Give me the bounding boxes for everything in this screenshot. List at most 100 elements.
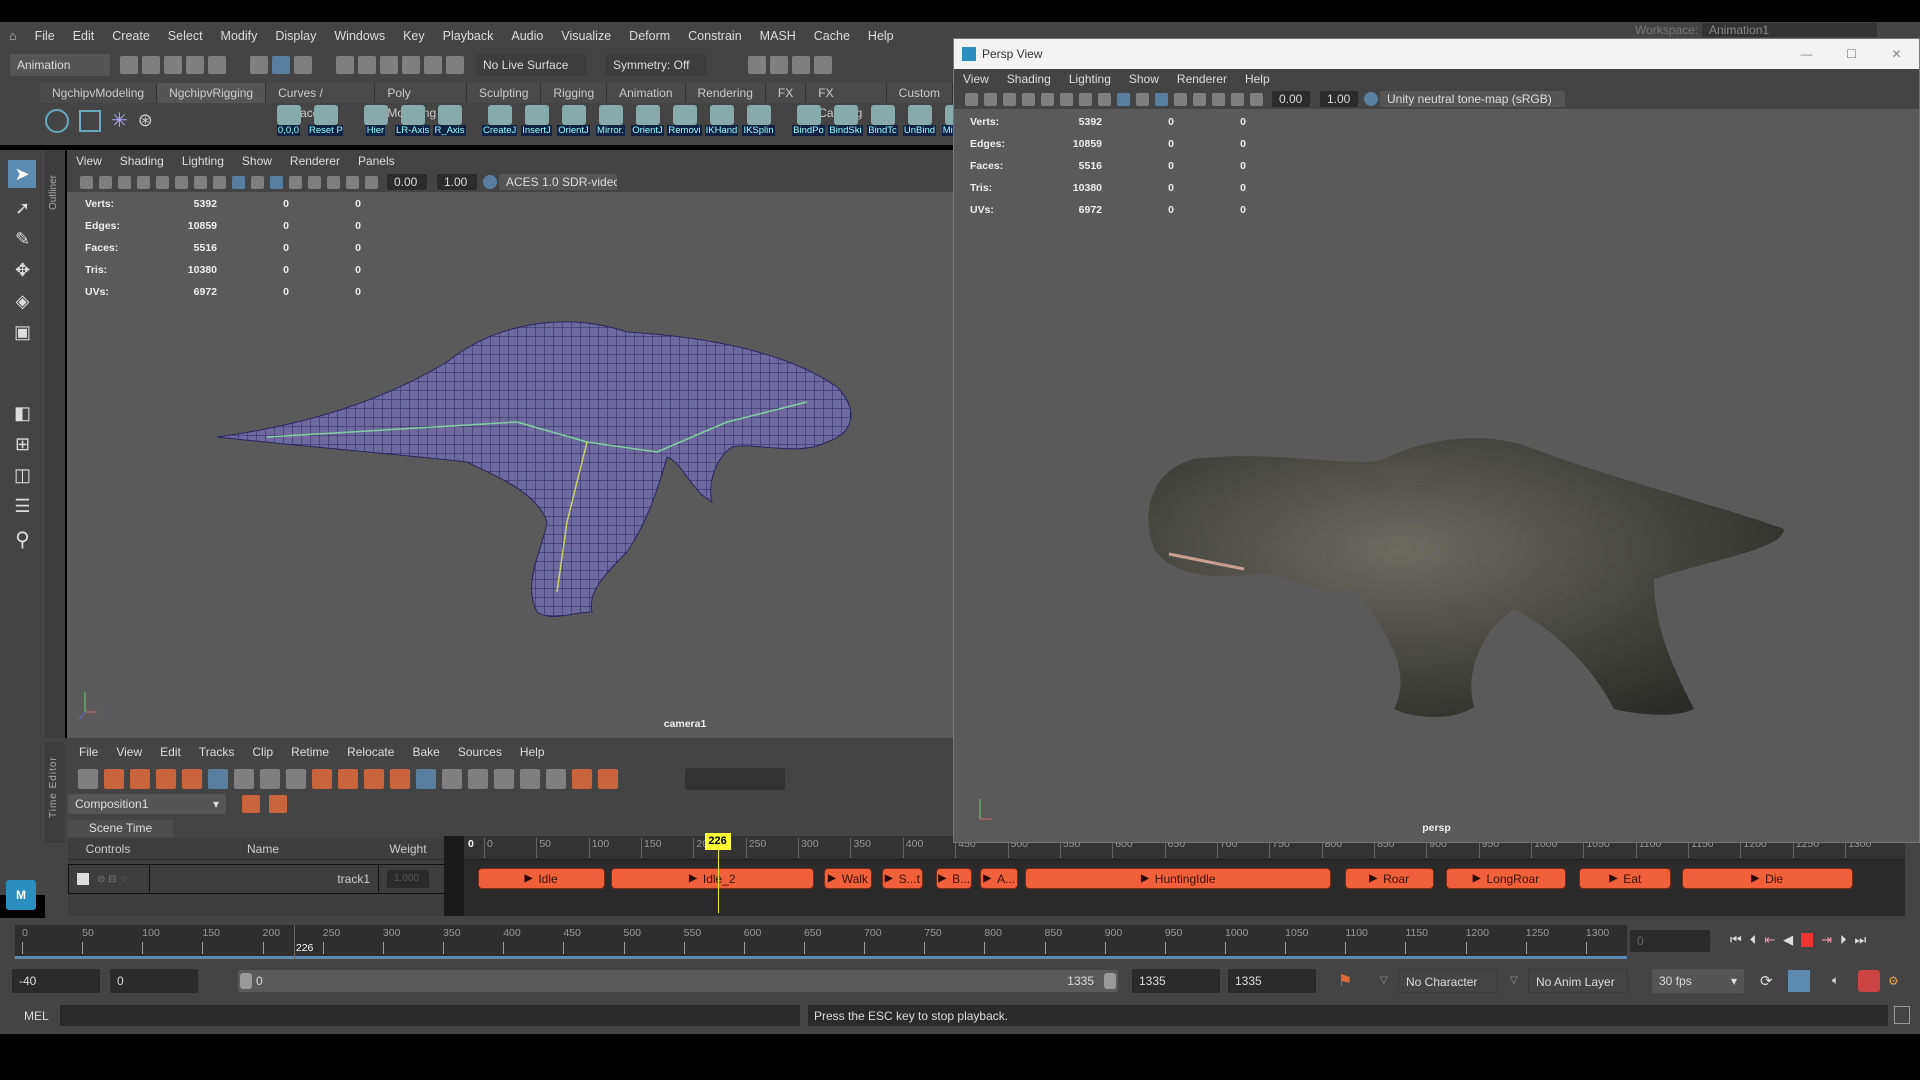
playback-start-field[interactable]: 0 [110, 968, 198, 993]
persp-menu-show[interactable]: Show [1120, 72, 1168, 86]
shelf-tab-fx[interactable]: FX [765, 83, 807, 103]
clip-s-t[interactable]: ▶ S...t [882, 868, 923, 889]
persp-exposure-field[interactable]: 0.00 [1272, 91, 1310, 107]
viewport-canvas[interactable] [67, 192, 953, 738]
clip-search-field[interactable] [685, 768, 785, 790]
square-icon[interactable] [79, 109, 101, 132]
persp-menu-renderer[interactable]: Renderer [1168, 72, 1236, 86]
menu-select[interactable]: Select [159, 29, 212, 43]
ghost-icon[interactable] [442, 769, 462, 789]
maximize-button[interactable]: ☐ [1829, 47, 1874, 61]
command-input[interactable] [60, 1005, 800, 1026]
shelf-tab-rigging[interactable]: Rigging [541, 83, 608, 103]
symmetry-dropdown[interactable]: Symmetry: Off [606, 54, 706, 76]
time-editor-menu-help[interactable]: Help [511, 745, 554, 759]
shelf-button-createj[interactable]: CreateJ [482, 105, 517, 136]
step-back-key-icon[interactable]: ⏴ [1750, 932, 1757, 948]
clip-a[interactable]: ▶ A... [980, 868, 1019, 889]
tab-scene-time[interactable]: Scene Time [68, 820, 173, 837]
add-clip-icon[interactable] [156, 769, 176, 789]
match-icon[interactable] [520, 769, 540, 789]
current-time-field[interactable]: 0 [1630, 930, 1710, 952]
persp-isolate-select-icon[interactable] [1231, 92, 1244, 106]
shelf-tab-custom[interactable]: Custom [886, 83, 953, 103]
stop-button[interactable] [1801, 933, 1814, 947]
persp-film-gate-icon[interactable] [1041, 92, 1054, 106]
clip-idle[interactable]: ▶ Idle [477, 868, 605, 889]
remove-icon[interactable] [390, 769, 410, 789]
shelf-button-orientj[interactable]: OrientJ [630, 105, 665, 136]
grid-icon[interactable] [137, 175, 150, 189]
track-weight-field[interactable]: 1.000 [387, 870, 429, 888]
persp-ambient-occlusion-icon[interactable] [1193, 92, 1206, 106]
move-tool-icon[interactable] [208, 769, 228, 789]
shelf-tab-ngchipvmodeling[interactable]: NgchipvModeling [40, 83, 158, 103]
anim-layer-arrow-icon[interactable]: ▽ [1510, 975, 1518, 986]
step-forward-frame-icon[interactable]: ⇥ [1821, 932, 1832, 948]
save-scene-icon[interactable] [164, 56, 182, 74]
menu-visualize[interactable]: Visualize [552, 29, 620, 43]
undo-icon[interactable] [186, 56, 204, 74]
shelf-button-unbind[interactable]: UnBind [902, 105, 937, 136]
camera-icon[interactable] [80, 175, 93, 189]
fps-dropdown[interactable]: 30 fps ▾ [1652, 968, 1744, 993]
shelf-tab-rendering[interactable]: Rendering [685, 83, 766, 103]
clip-huntingidle[interactable]: ▶ HuntingIdle [1025, 868, 1332, 889]
menu-mash[interactable]: MASH [751, 29, 805, 43]
split-icon[interactable] [312, 769, 332, 789]
clip-longroar[interactable]: ▶ LongRoar [1446, 868, 1566, 889]
lights-icon[interactable] [270, 175, 283, 189]
step-back-frame-icon[interactable]: ⇤ [1764, 932, 1775, 948]
window-titlebar[interactable]: Persp View — ☐ ✕ [954, 39, 1919, 69]
persp-bookmark-icon[interactable] [984, 92, 997, 106]
select-tool-icon[interactable]: ➤ [8, 160, 36, 188]
menu-file[interactable]: File [26, 29, 64, 43]
script-editor-icon[interactable] [1894, 1006, 1910, 1024]
time-editor-menu-retime[interactable]: Retime [282, 745, 338, 759]
circle-icon[interactable] [45, 108, 69, 133]
outliner-layout-icon[interactable]: ☰ [8, 496, 37, 517]
mute-all-icon[interactable] [78, 769, 98, 789]
ambient-occlusion-icon[interactable] [308, 175, 321, 189]
viewport-menu-lighting[interactable]: Lighting [173, 154, 233, 168]
persp-viewport-canvas[interactable] [954, 109, 1919, 839]
gamma-field[interactable]: 1.00 [437, 174, 477, 190]
shelf-tab-fx-caching[interactable]: FX Caching [806, 83, 887, 120]
shelf-button-removi[interactable]: Removi [667, 105, 702, 136]
shelf-button-bindski[interactable]: BindSki [828, 105, 863, 136]
persp-menu-view[interactable]: View [954, 72, 998, 86]
group-icon[interactable] [494, 769, 514, 789]
replace-clip-icon[interactable] [182, 769, 202, 789]
go-to-end-icon[interactable]: ⏭ [1855, 932, 1867, 948]
snap-curve-icon[interactable] [358, 56, 376, 74]
range-end-handle[interactable] [1104, 972, 1116, 989]
time-editor-menu-file[interactable]: File [70, 745, 107, 759]
shelf-button-ikhand[interactable]: IKHand [704, 105, 739, 136]
shelf-button-hier[interactable]: Hier [358, 105, 393, 136]
time-editor-menu-tracks[interactable]: Tracks [190, 745, 244, 759]
clip-idle-2[interactable]: ▶ Idle_2 [610, 868, 814, 889]
locator-icon[interactable]: ✳ [111, 108, 128, 133]
animation-prefs-icon[interactable] [1788, 969, 1810, 992]
menu-modify[interactable]: Modify [212, 29, 267, 43]
menu-windows[interactable]: Windows [325, 29, 394, 43]
shelf-button-reset-p[interactable]: Reset P [308, 105, 343, 136]
persp-image-plane-icon[interactable] [1003, 92, 1016, 106]
new-scene-icon[interactable] [120, 56, 138, 74]
menu-playback[interactable]: Playback [434, 29, 503, 43]
clip-roar[interactable]: ▶ Roar [1344, 868, 1434, 889]
home-icon[interactable]: ⌂ [0, 29, 26, 43]
shelf-tab-curves-surfaces[interactable]: Curves / Surfaces [266, 83, 376, 120]
menu-key[interactable]: Key [394, 29, 434, 43]
snap-view-icon[interactable] [402, 56, 420, 74]
rotate-tool-icon[interactable]: ◈ [8, 291, 37, 312]
live-surface-field[interactable]: No Live Surface [476, 54, 586, 76]
wireframe-icon[interactable] [213, 175, 226, 189]
shelf-button-insertj[interactable]: InsertJ [519, 105, 554, 136]
persp-xray-icon[interactable] [1212, 92, 1225, 106]
textured-icon[interactable] [251, 175, 264, 189]
persp-grid-icon[interactable] [1022, 92, 1035, 106]
minimize-button[interactable]: — [1784, 47, 1829, 61]
create-clip-icon[interactable] [104, 769, 124, 789]
close-button[interactable]: ✕ [1874, 47, 1919, 61]
